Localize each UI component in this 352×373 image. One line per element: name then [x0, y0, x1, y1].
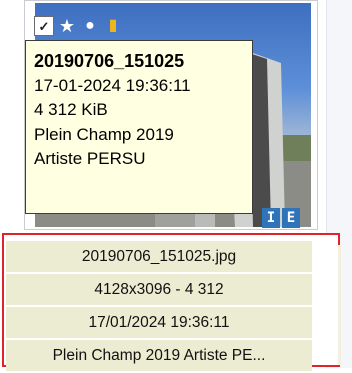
info-icons: I E	[262, 208, 300, 228]
thumbnail-badges: ✓ ★ ● ▮	[34, 16, 123, 36]
tooltip-date: 17-01-2024 19:36:11	[34, 75, 191, 95]
caption-separator	[338, 245, 341, 365]
tooltip-filename: 20190706_151025	[34, 51, 185, 71]
caption-description: Plein Champ 2019 Artiste PE...	[6, 340, 312, 371]
checkbox-icon[interactable]: ✓	[34, 16, 54, 36]
iptc-icon[interactable]: I	[262, 208, 280, 228]
thumbnail-caption-panel: 20190706_151025.jpg 4128x3096 - 4 312 17…	[2, 233, 341, 371]
tag-icon[interactable]: ▮	[103, 16, 123, 36]
tooltip-size: 4 312 KiB	[34, 100, 108, 119]
tooltip-caption-line-2: Artiste PERSU	[34, 149, 146, 168]
exif-icon[interactable]: E	[282, 208, 300, 228]
caption-filename: 20190706_151025.jpg	[6, 241, 312, 272]
color-label-icon[interactable]: ●	[80, 16, 100, 36]
caption-dimensions: 4128x3096 - 4 312	[6, 274, 312, 305]
caption-date: 17/01/2024 19:36:11	[6, 307, 312, 338]
star-icon[interactable]: ★	[57, 16, 77, 36]
thumbnail-tooltip: 20190706_151025 17-01-2024 19:36:11 4 31…	[25, 40, 253, 214]
tooltip-caption-line-1: Plein Champ 2019	[34, 124, 174, 144]
